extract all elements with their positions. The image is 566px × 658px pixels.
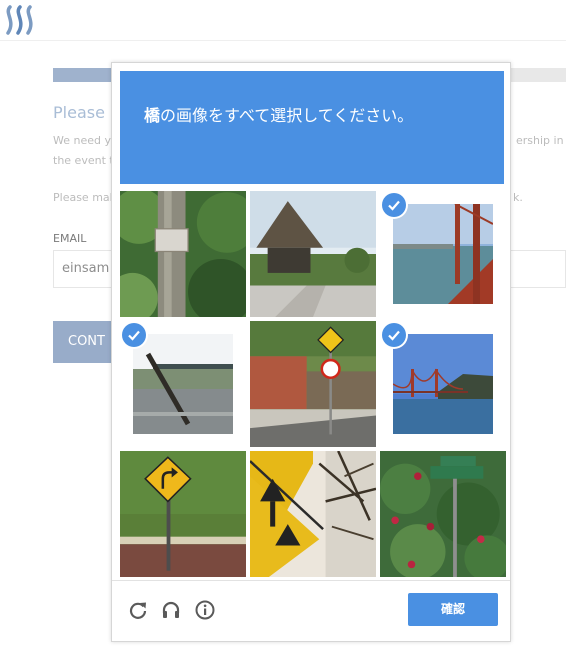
captcha-tile-7[interactable] [120,451,246,577]
captcha-prompt-target: 橋 [144,106,161,125]
captcha-footer-divider [112,580,510,581]
captcha-tile-5[interactable] [250,321,376,447]
info-icon[interactable] [194,599,216,621]
email-label: EMAIL [53,232,87,245]
selected-check-icon [122,323,146,347]
body-text-line1-left: We need yo [53,134,118,147]
selected-check-icon [382,193,406,217]
captcha-prompt-text: の画像をすべて選択してください。 [160,106,414,125]
tile-image-road-signs-street [250,321,376,447]
captcha-tile-9[interactable] [380,451,506,577]
tile-image-thatched-hut [250,191,376,317]
captcha-tile-8[interactable] [250,451,376,577]
captcha-dialog: 橋の画像をすべて選択してください。 確認 [111,62,511,642]
body-text-line3-right: k. [513,191,523,204]
tile-image-road-sign-closeup [250,451,376,577]
selected-check-icon [382,323,406,347]
captcha-prompt: 橋の画像をすべて選択してください。 [144,102,413,126]
header-divider [0,40,566,41]
progress-bar-fill [53,68,115,82]
captcha-tile-6[interactable] [380,321,506,447]
body-text-line3-left: Please mak [53,191,117,204]
captcha-tile-2[interactable] [250,191,376,317]
tile-image-tree-trunk-with-sign [120,191,246,317]
site-logo-icon [6,5,33,35]
audio-icon[interactable] [160,599,182,621]
tile-image-street-sign-flowers [380,451,506,577]
tile-image-golden-gate-bridge-deck [393,204,493,304]
body-text-line2: the event t [53,154,114,167]
captcha-tile-3[interactable] [380,191,506,317]
captcha-header: 橋の画像をすべて選択してください。 [120,71,504,184]
captcha-tile-4[interactable] [120,321,246,447]
tile-image-golden-gate-bridge-distant [393,334,493,434]
tile-image-curve-road-sign-field [120,451,246,577]
captcha-tile-1[interactable] [120,191,246,317]
reload-icon[interactable] [127,599,149,621]
verify-button[interactable]: 確認 [408,593,498,626]
body-text-line1-right: ership in [516,134,564,147]
tile-image-bridge-over-river [133,334,233,434]
